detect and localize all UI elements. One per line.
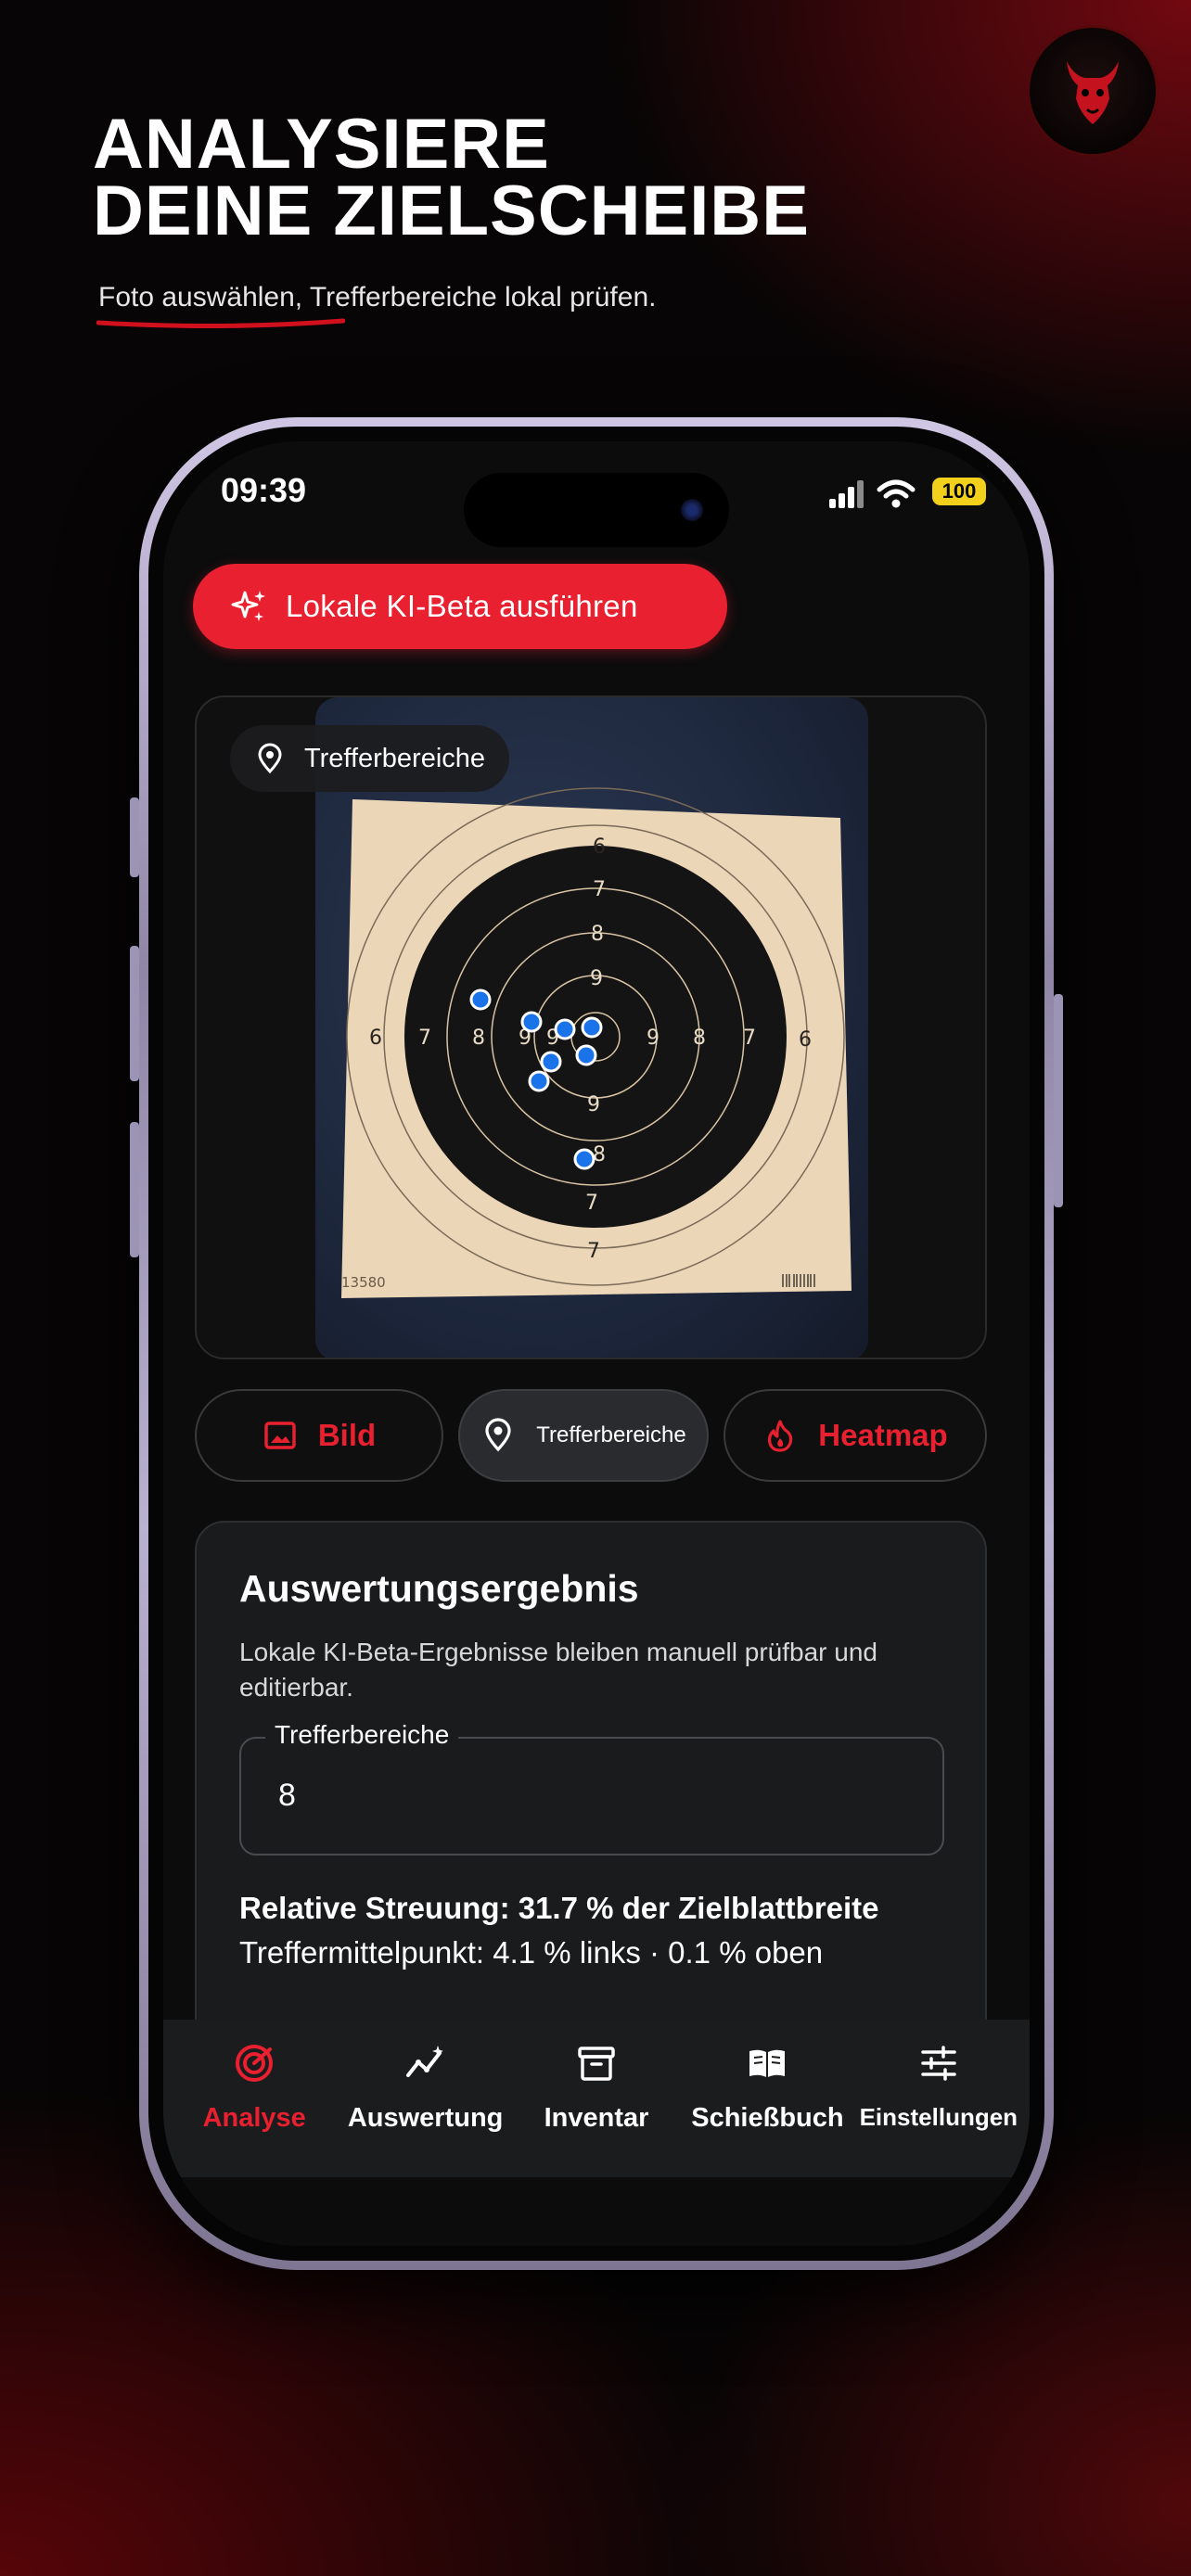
hits-count-label: Trefferbereiche [265, 1720, 459, 1750]
relative-spread: Relative Streuung: 31.7 % der Zielblattb… [239, 1891, 879, 1925]
hits-count-value[interactable]: 8 [278, 1778, 296, 1814]
target-photo[interactable]: 6 7 8 9 9 8 7 6 8 9 9 7 6 7 8 9 7 13580 [315, 697, 868, 1358]
view-heatmap-button[interactable]: Heatmap [724, 1389, 987, 1482]
view-hits-label: Trefferbereiche [536, 1422, 686, 1447]
ring-number: 8 [472, 1027, 485, 1050]
trend-chart-icon [405, 2046, 443, 2077]
result-title: Auswertungsergebnis [239, 1567, 639, 1610]
hit-marker[interactable] [469, 988, 492, 1011]
tab-schiessbuch-label: Schießbuch [691, 2103, 844, 2133]
view-image-label: Bild [317, 1418, 377, 1452]
open-book-icon [749, 2049, 786, 2077]
dynamic-island [464, 473, 729, 547]
hits-overlay-chip: Trefferbereiche [230, 725, 510, 792]
flame-icon [768, 1420, 793, 1452]
battery-indicator: 100 [932, 478, 986, 505]
image-icon [264, 1422, 296, 1449]
tab-auswertung-label: Auswertung [347, 2103, 504, 2133]
ring-number: 8 [693, 1027, 706, 1050]
view-heatmap-label: Heatmap [818, 1418, 948, 1452]
hit-marker[interactable] [540, 1051, 562, 1073]
target-icon [236, 2045, 274, 2082]
ring-number: 6 [799, 1028, 812, 1052]
target-image: 6 7 8 9 9 8 7 6 8 9 9 7 6 7 8 9 7 13580 [341, 787, 852, 1298]
hit-marker[interactable] [575, 1044, 597, 1066]
archive-box-icon [578, 2047, 615, 2081]
app-screen: 09:39 100 Lokale KI-Beta ausführen 6 7 8… [163, 441, 1030, 2246]
ring-number: 7 [743, 1027, 756, 1050]
subline-underline [96, 318, 345, 328]
ring-number: 9 [590, 967, 603, 990]
app-logo [1030, 28, 1156, 154]
ring-number: 6 [593, 835, 606, 859]
ring-number: 9 [587, 1093, 600, 1116]
ring-number: 7 [585, 1192, 598, 1215]
volume-up-button [130, 946, 139, 1081]
tab-analyse[interactable]: Analyse [169, 2020, 339, 2177]
tab-inventar[interactable]: Inventar [511, 2020, 682, 2177]
signal-icon [829, 480, 864, 508]
hit-marker[interactable] [573, 1148, 596, 1170]
tab-einstellungen-label: Einstellungen [859, 2103, 1018, 2131]
target-preview-card: 6 7 8 9 9 8 7 6 8 9 9 7 6 7 8 9 7 13580 … [195, 695, 987, 1359]
ring-number: 7 [593, 878, 606, 901]
run-local-ki-button[interactable]: Lokale KI-Beta ausführen [193, 564, 727, 649]
ring-number: 6 [369, 1027, 382, 1050]
tab-auswertung[interactable]: Auswertung [339, 2020, 510, 2177]
ring-number: 8 [593, 1143, 606, 1167]
action-button [130, 797, 139, 877]
tab-analyse-label: Analyse [202, 2103, 306, 2133]
hit-marker[interactable] [554, 1018, 576, 1040]
hits-count-field[interactable]: Trefferbereiche 8 [239, 1720, 944, 1855]
front-camera [681, 499, 703, 521]
headline-line-1: ANALYSIERE [93, 105, 550, 184]
sliders-icon [921, 2046, 956, 2081]
headline-line-2: DEINE ZIELSCHEIBE [93, 172, 810, 250]
tab-inventar-label: Inventar [544, 2103, 649, 2133]
bull-head-icon [1067, 61, 1119, 124]
hits-overlay-chip-label: Trefferbereiche [304, 743, 486, 773]
hit-marker[interactable] [528, 1070, 550, 1092]
tab-schiessbuch[interactable]: Schießbuch [682, 2020, 852, 2177]
target-serial: 13580 [341, 1274, 386, 1291]
headline: ANALYSIERE DEINE ZIELSCHEIBE [93, 105, 810, 250]
view-image-button[interactable]: Bild [195, 1389, 443, 1482]
ring-number: 8 [591, 923, 604, 946]
hit-marker[interactable] [581, 1016, 603, 1039]
tab-einstellungen[interactable]: Einstellungen [853, 2020, 1024, 2177]
run-local-ki-label: Lokale KI-Beta ausführen [286, 589, 638, 623]
ring-number: 9 [647, 1027, 660, 1050]
tab-bar: Analyse Auswertung Inventar Schießbuch E… [163, 2020, 1030, 2177]
sparkles-icon [231, 591, 265, 621]
view-hits-button[interactable]: Trefferbereiche [458, 1389, 709, 1482]
wifi-icon [877, 479, 916, 508]
side-button [1054, 994, 1063, 1207]
volume-down-button [130, 1122, 139, 1257]
subline: Foto auswählen, Trefferbereiche lokal pr… [98, 282, 657, 312]
result-description: Lokale KI-Beta-Ergebnisse bleiben manuel… [239, 1638, 877, 1702]
ring-number: 7 [418, 1027, 431, 1050]
location-pin-icon [258, 743, 282, 774]
ring-number: 7 [587, 1240, 600, 1263]
hit-center: Treffermittelpunkt: 4.1 % links · 0.1 % … [239, 1935, 824, 1970]
location-pin-icon [485, 1418, 511, 1452]
hit-marker[interactable] [520, 1011, 543, 1033]
status-time: 09:39 [221, 471, 307, 509]
